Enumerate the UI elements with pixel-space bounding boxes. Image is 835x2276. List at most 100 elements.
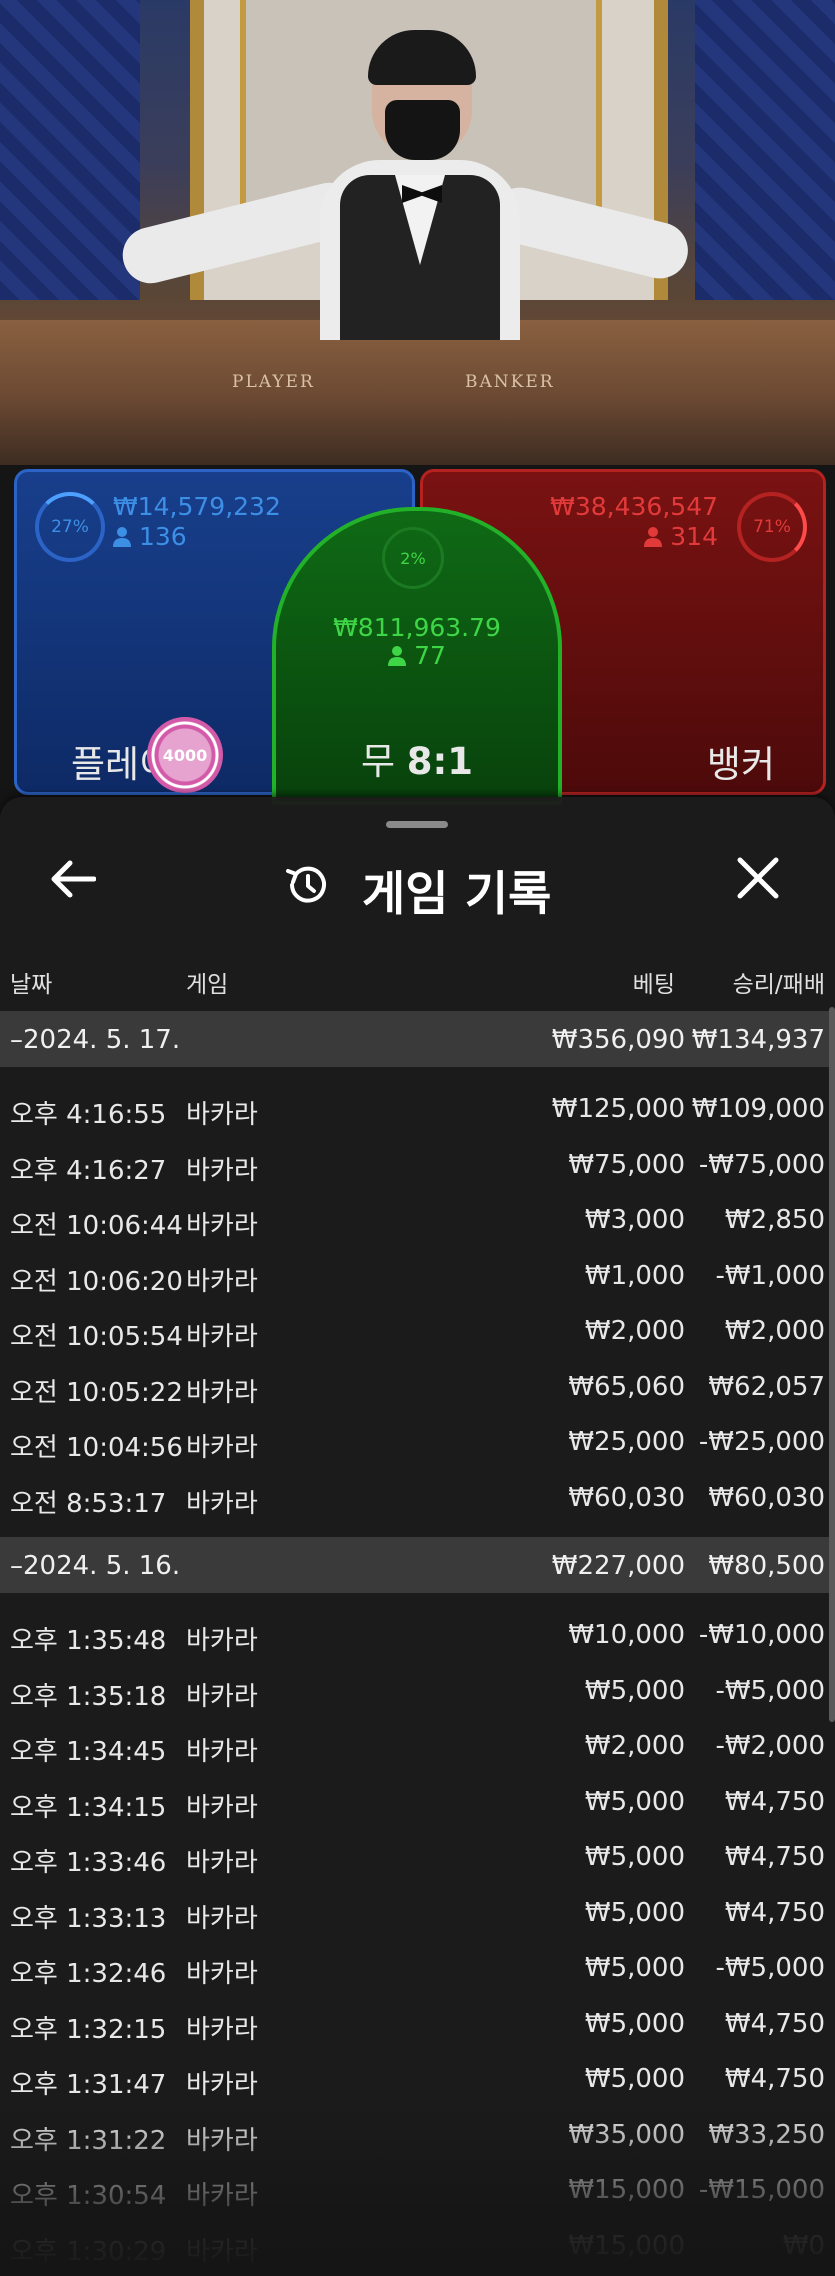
row-winloss: ₩2,850 [724,1205,825,1235]
row-bet: ₩75,000 [568,1149,685,1180]
row-game: 바카라 [186,1377,258,1408]
chip-value: 4000 [162,745,208,765]
tie-payout: 8:1 [406,740,474,783]
row-time: 오후 1:34:45 [10,1737,167,1767]
wall-left [0,0,140,300]
table-row[interactable]: 오전 10:05:54 바카라 ₩2,000 ₩2,000 [0,1305,835,1360]
row-winloss: ₩4,750 [724,1786,825,1817]
row-time: 오전 10:05:22 [10,1377,183,1408]
tie-label: 무 [360,740,395,783]
player-amount: ₩14,579,232 [113,492,281,521]
table-row[interactable]: 오전 10:06:20 바카라 ₩1,000 -₩1,000 [0,1250,835,1305]
player-percent: 27% [51,517,89,537]
row-bet: ₩25,000 [568,1427,685,1457]
row-bet: ₩5,000 [584,2008,685,2039]
drag-handle[interactable] [386,821,448,828]
row-winloss: ₩4,750 [724,1897,825,1928]
date-group-header[interactable]: –2024. 5. 17. ₩356,090 ₩134,937 [0,1011,835,1067]
dealer-mask [385,100,460,160]
row-bet: ₩3,000 [584,1205,685,1235]
row-time: 오후 4:16:55 [10,1100,167,1130]
table-row[interactable]: 오전 8:53:17 바카라 ₩60,030 ₩60,030 [0,1472,835,1527]
table-row[interactable]: 오전 10:06:44 바카라 ₩3,000 ₩2,850 [0,1194,835,1249]
row-bet: ₩125,000 [551,1094,685,1124]
table-row[interactable]: 오후 1:33:13 바카라 ₩5,000 ₩4,750 [0,1887,835,1942]
column-header-game: 게임 [186,972,229,998]
bottom-fade [0,2106,835,2276]
row-winloss: -₩5,000 [715,1953,825,1983]
table-row[interactable]: 오후 1:32:46 바카라 ₩5,000 -₩5,000 [0,1942,835,1997]
row-game: 바카라 [186,1626,258,1656]
game-history-panel: 게임 기록 날짜 게임 베팅 승리/패배 –2024. 5. 17. ₩356,0… [0,797,835,2276]
row-winloss: ₩109,000 [691,1094,825,1124]
row-bet: ₩2,000 [584,1731,685,1761]
table-row[interactable]: 오후 4:16:27 바카라 ₩75,000 -₩75,000 [0,1139,835,1194]
person-icon [113,527,131,547]
tie-count-value: 77 [414,641,446,670]
row-winloss: ₩2,000 [724,1316,825,1346]
row-winloss: -₩1,000 [715,1260,825,1291]
person-icon [388,646,407,666]
row-game: 바카라 [186,1737,258,1767]
date-group-header[interactable]: –2024. 5. 16. ₩227,000 ₩80,500 [0,1537,835,1593]
row-bet: ₩5,000 [584,1675,685,1706]
table-row[interactable]: 오후 1:34:15 바카라 ₩5,000 ₩4,750 [0,1776,835,1831]
row-bet: ₩1,000 [584,1260,685,1291]
row-winloss: ₩4,750 [724,2008,825,2039]
group-bet-total: ₩356,090 [551,1025,685,1055]
row-game: 바카라 [186,2014,258,2045]
banker-count-value: 314 [670,522,718,551]
person-icon [644,527,663,547]
table-row[interactable]: 오후 1:34:45 바카라 ₩2,000 -₩2,000 [0,1720,835,1775]
row-time: 오후 1:32:46 [10,1959,167,1989]
row-time: 오전 10:06:20 [10,1266,183,1297]
group-bet-total: ₩227,000 [551,1551,685,1581]
banker-amount: ₩38,436,547 [550,492,718,521]
table-row[interactable]: 오전 10:04:56 바카라 ₩25,000 -₩25,000 [0,1416,835,1471]
row-game: 바카라 [186,1433,258,1463]
group-winloss-total: ₩134,937 [691,1025,825,1055]
row-game: 바카라 [186,1848,258,1878]
row-winloss: -₩10,000 [698,1620,825,1650]
table-row[interactable]: 오후 4:16:55 바카라 ₩125,000 ₩109,000 [0,1083,835,1138]
table-row[interactable]: 오후 1:35:18 바카라 ₩5,000 -₩5,000 [0,1665,835,1720]
arrow-left-icon [51,860,97,898]
row-winloss: -₩75,000 [698,1149,825,1180]
player-percent-ring: 27% [35,492,105,562]
close-button[interactable] [736,853,780,913]
table-label-banker: BANKER [465,372,555,392]
group-winloss-total: ₩80,500 [708,1551,825,1581]
row-bet: ₩5,000 [584,1897,685,1928]
banker-percent: 71% [753,517,791,537]
table-row[interactable]: 오후 1:32:15 바카라 ₩5,000 ₩4,750 [0,1998,835,2053]
tie-count: 77 [276,641,558,670]
tie-percent: 2% [400,548,426,568]
group-date: –2024. 5. 16. [10,1551,181,1581]
scrollbar[interactable] [829,1007,835,1722]
panel-title: 게임 기록 [362,867,552,922]
row-bet: ₩5,000 [584,2064,685,2094]
table-row[interactable]: 오후 1:33:46 바카라 ₩5,000 ₩4,750 [0,1831,835,1886]
row-bet: ₩2,000 [584,1316,685,1346]
baccarat-table [0,320,835,470]
row-winloss: -₩2,000 [715,1731,825,1761]
back-button[interactable] [50,859,97,910]
row-game: 바카라 [186,1903,258,1934]
table-row[interactable]: 오후 1:35:48 바카라 ₩10,000 -₩10,000 [0,1609,835,1664]
row-time: 오후 1:32:15 [10,2014,167,2045]
row-game: 바카라 [186,2070,258,2100]
table-row[interactable]: 오후 1:31:47 바카라 ₩5,000 ₩4,750 [0,2053,835,2108]
table-row[interactable]: 오전 10:05:22 바카라 ₩65,060 ₩62,057 [0,1361,835,1416]
banker-count: 314 [644,522,718,551]
tie-percent-ring: 2% [382,527,444,589]
wall-right [695,0,835,300]
tie-bet-spot[interactable]: 2% ₩811,963.79 77 무 8:1 [272,507,562,805]
row-time: 오후 1:31:47 [10,2070,167,2100]
column-header-date: 날짜 [10,972,53,998]
bet-chip[interactable]: 4000 [147,717,223,793]
row-time: 오전 10:06:44 [10,1211,183,1241]
betting-area: 27% ₩14,579,232 136 플레이 4000 71% ₩38,436… [0,465,835,805]
history-icon [286,866,326,903]
row-time: 오후 1:33:13 [10,1903,167,1934]
row-bet: ₩10,000 [568,1620,685,1650]
